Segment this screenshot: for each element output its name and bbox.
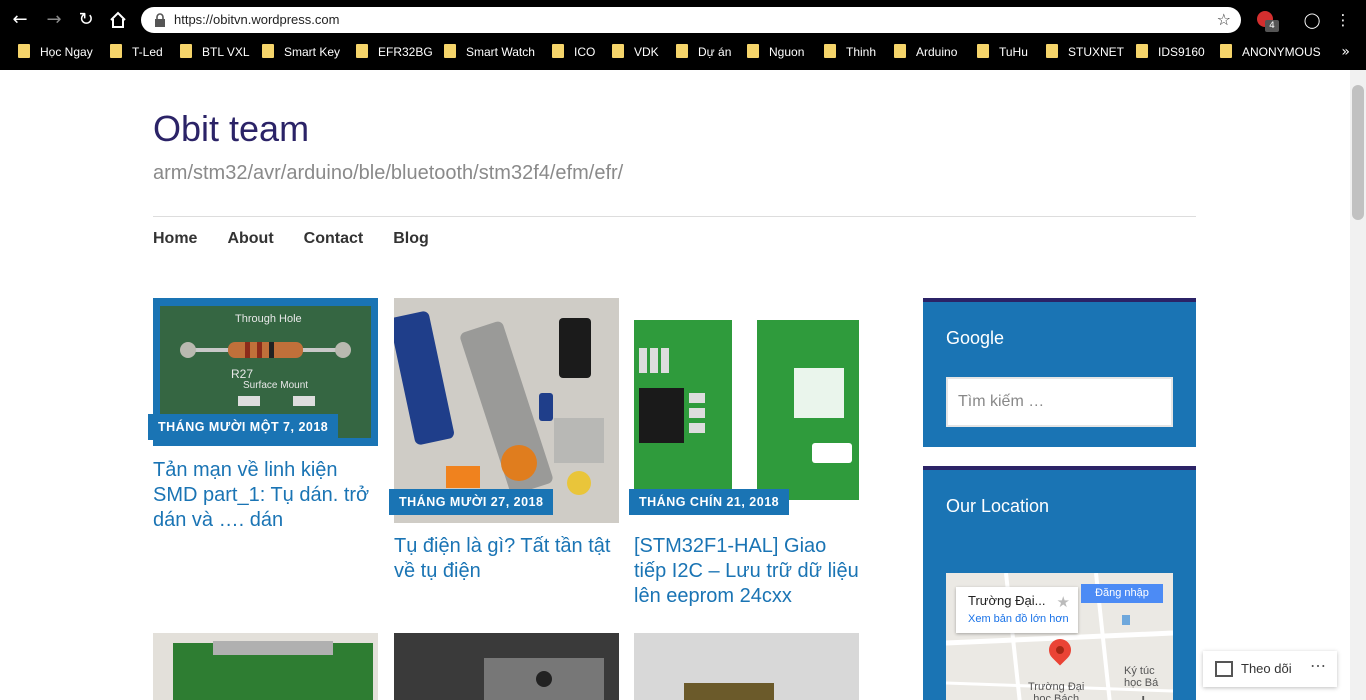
folder-icon (356, 44, 368, 58)
browser-toolbar: ← → ↻ https://obitvn.wordpress.com ☆ 4 ◯… (0, 0, 1366, 40)
post-card: Through Hole R27 Surface Mount THÁNG MƯỜ… (148, 298, 378, 538)
post-title[interactable]: Tụ điện là gì? Tất tần tật về tụ điện (394, 534, 614, 584)
menu-item-about[interactable]: About (227, 230, 273, 250)
thumb-label: Surface Mount (243, 380, 308, 391)
bookmark-item[interactable]: Arduino (894, 40, 957, 70)
url-text: https://obitvn.wordpress.com (174, 12, 340, 27)
bookmark-item[interactable]: BTL VXL (180, 40, 250, 70)
header-divider (153, 216, 1196, 217)
bookmark-item[interactable]: ICO (552, 40, 595, 70)
bookmark-item[interactable]: Thinh (824, 40, 876, 70)
map-place-name: Trường Đại... (968, 593, 1046, 608)
folder-icon (444, 44, 456, 58)
bookmarks-overflow-icon[interactable]: » (1341, 40, 1350, 70)
forward-arrow-icon[interactable]: → (42, 8, 66, 32)
lock-icon (155, 13, 165, 27)
map-label: Trường Đại học Bách (1028, 681, 1085, 700)
folder-icon (977, 44, 989, 58)
home-icon[interactable] (106, 8, 130, 32)
menu-item-home[interactable]: Home (153, 230, 197, 250)
post-thumbnail[interactable] (634, 633, 859, 700)
post-date[interactable]: THÁNG MƯỜI MỘT 7, 2018 (148, 414, 339, 440)
more-dots-icon[interactable]: ⋯ (1310, 651, 1327, 683)
follow-button[interactable]: Theo dõi ⋯ (1203, 651, 1337, 687)
bookmark-item[interactable]: EFR32BG (356, 40, 433, 70)
map-place-card: Trường Đại... ★ Xem bản đồ lớn hơn (956, 587, 1078, 633)
widget-title: Our Location (946, 496, 1050, 516)
folder-icon (18, 44, 30, 58)
site-title[interactable]: Obit team (153, 108, 309, 150)
bookmark-star-icon[interactable]: ☆ (1217, 7, 1231, 33)
bookmark-item[interactable]: T-Led (110, 40, 163, 70)
folder-icon (110, 44, 122, 58)
thumb-label: R27 (231, 367, 253, 381)
menu-item-blog[interactable]: Blog (393, 230, 429, 250)
save-star-icon[interactable]: ★ (1057, 593, 1070, 611)
site-tagline: arm/stm32/avr/arduino/ble/bluetooth/stm3… (153, 162, 624, 184)
folder-icon (1220, 44, 1232, 58)
bookmark-item[interactable]: TuHu (977, 40, 1028, 70)
bookmark-item[interactable]: Smart Key (262, 40, 340, 70)
extension-badge: 4 (1265, 20, 1279, 32)
address-bar[interactable]: https://obitvn.wordpress.com ☆ (141, 7, 1241, 33)
embedded-map[interactable]: Trường Đại... ★ Xem bản đồ lớn hơn Đăng … (946, 573, 1173, 700)
folder-icon (552, 44, 564, 58)
post-date[interactable]: THÁNG MƯỜI 27, 2018 (389, 489, 554, 515)
folder-icon (262, 44, 274, 58)
bookmark-item[interactable]: Dự án (676, 40, 731, 70)
folder-icon (1136, 44, 1148, 58)
bookmark-item[interactable]: Học Ngay (18, 40, 93, 70)
menu-dots-icon[interactable]: ⋮ (1331, 8, 1355, 32)
search-input[interactable]: Tìm kiếm … (946, 377, 1173, 427)
widget-title: Google (946, 328, 1005, 348)
bookmark-item[interactable]: Smart Watch (444, 40, 535, 70)
thumb-label: Through Hole (235, 313, 302, 325)
incognito-icon[interactable]: ◯ (1300, 8, 1324, 32)
post-date[interactable]: THÁNG CHÍN 21, 2018 (629, 489, 790, 515)
folder-icon (180, 44, 192, 58)
post-card: THÁNG CHÍN 21, 2018 [STM32F1-HAL] Giao t… (629, 298, 859, 618)
post-title[interactable]: [STM32F1-HAL] Giao tiếp I2C – Lưu trữ dữ… (634, 534, 859, 609)
bookmark-item[interactable]: ANONYMOUS (1220, 40, 1321, 70)
folder-icon (894, 44, 906, 58)
bookmark-item[interactable]: VDK (612, 40, 659, 70)
web-page: Obit team arm/stm32/avr/arduino/ble/blue… (0, 70, 1350, 700)
scrollbar-thumb[interactable] (1352, 85, 1364, 220)
zoom-in-icon[interactable]: + (1134, 691, 1152, 700)
bookmark-item[interactable]: IDS9160 (1136, 40, 1205, 70)
map-login-button[interactable]: Đăng nhập (1081, 584, 1163, 603)
folder-icon (747, 44, 759, 58)
location-widget: Our Location Trường Đại... ★ Xem bản đồ … (923, 466, 1196, 700)
page-scrollbar[interactable] (1350, 70, 1366, 700)
bookmark-item[interactable]: Nguon (747, 40, 804, 70)
reload-icon[interactable]: ↻ (74, 8, 98, 32)
map-poi-label: Ký túc học Bá (1124, 665, 1159, 689)
post-title[interactable]: Tản mạn về linh kiện SMD part_1: Tụ dán.… (153, 458, 373, 533)
main-menu: Home About Contact Blog (153, 230, 459, 250)
back-arrow-icon[interactable]: ← (8, 8, 32, 32)
follow-label: Theo dõi (1241, 661, 1292, 676)
search-widget: Google Tìm kiếm … (923, 298, 1196, 447)
view-larger-map-link[interactable]: Xem bản đồ lớn hơn (968, 613, 1069, 625)
post-thumbnail[interactable] (394, 633, 619, 700)
menu-item-contact[interactable]: Contact (304, 230, 364, 250)
post-card: THÁNG MƯỜI 27, 2018 Tụ điện là gì? Tất t… (389, 298, 619, 598)
bookmark-item[interactable]: STUXNET (1046, 40, 1124, 70)
reader-icon (1215, 661, 1233, 677)
folder-icon (1046, 44, 1058, 58)
folder-icon (612, 44, 624, 58)
post-thumbnail[interactable] (153, 633, 378, 700)
bookmarks-bar: Học Ngay T-Led BTL VXL Smart Key EFR32BG… (0, 40, 1366, 70)
folder-icon (676, 44, 688, 58)
folder-icon (824, 44, 836, 58)
